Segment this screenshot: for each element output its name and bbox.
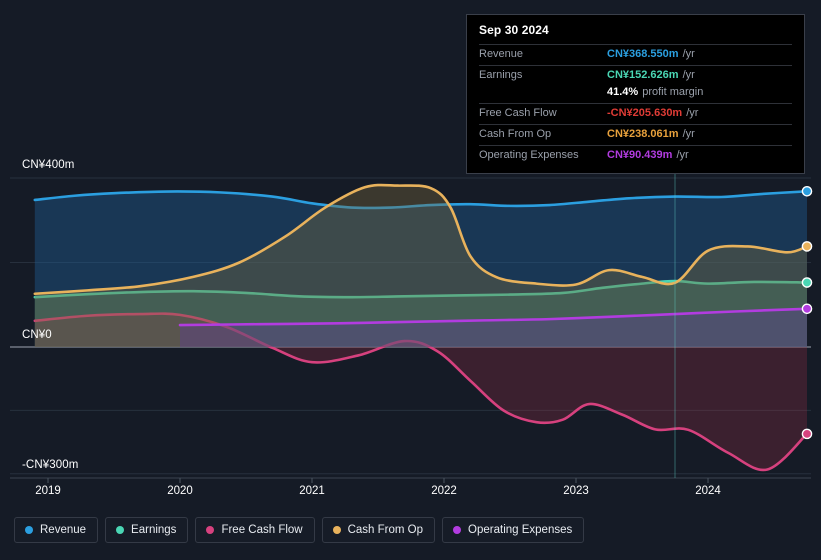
tooltip-row-unit: profit margin [642,86,704,98]
tooltip-row: Revenue CN¥368.550m/yr [479,44,792,65]
tooltip-row-key: Free Cash Flow [479,107,557,119]
tooltip-row-key: Operating Expenses [479,149,579,161]
legend-color-dot [453,526,462,534]
tooltip-row-key: Earnings [479,69,523,81]
tooltip-row-unit: /yr [682,69,695,81]
tooltip-row-value: CN¥152.626m [607,69,679,81]
legend-color-dot [116,526,125,534]
tooltip-row-key: Revenue [479,48,524,60]
tooltip-row-value: CN¥368.550m [607,48,679,60]
tooltip-row-unit: /yr [676,149,689,161]
endpoint-marker-revenue[interactable] [801,185,813,197]
chart-tooltip: Sep 30 2024 Revenue CN¥368.550m/yr Earning… [466,14,805,174]
x-axis-label-2021: 2021 [299,485,325,497]
legend-item-free-cash-flow[interactable]: Free Cash Flow [195,517,315,543]
legend-item-earnings[interactable]: Earnings [105,517,189,543]
tooltip-row: Free Cash Flow -CN¥205.630m/yr [479,103,792,124]
legend-item-label: Revenue [40,524,87,536]
x-axis-label-2022: 2022 [431,485,457,497]
tooltip-row-value: -CN¥205.630m [607,107,683,119]
tooltip-row-unit: /yr [686,107,699,119]
tooltip-row: 41.4% profit margin [479,86,792,103]
legend-item-operating-expenses[interactable]: Operating Expenses [442,517,585,543]
tooltip-row: Operating Expenses CN¥90.439m/yr [479,145,792,166]
tooltip-date: Sep 30 2024 [479,23,549,37]
financial-performance-chart: CN¥400m CN¥0 -CN¥300m 2019 2020 2021 2022 20… [0,0,821,560]
chart-legend: Revenue Earnings Free Cash Flow Cash From O… [14,517,585,543]
tooltip-row: Cash From Op CN¥238.061m/yr [479,124,792,145]
tooltip-row-value: CN¥90.439m [607,149,673,161]
endpoint-marker-operating-expenses[interactable] [801,303,813,315]
y-axis-label-zero: CN¥0 [22,329,52,341]
legend-color-dot [206,526,215,534]
endpoint-marker-earnings[interactable] [801,277,813,288]
tooltip-rows: Revenue CN¥368.550m/yr Earnings CN¥152.626m… [479,44,792,166]
legend-color-dot [25,526,33,534]
legend-item-label: Free Cash Flow [221,524,303,536]
x-axis-label-2024: 2024 [695,485,721,497]
legend-item-label: Cash From Op [347,524,424,536]
legend-item-cash-from-op[interactable]: Cash From Op [321,517,436,543]
tooltip-row-unit: /yr [682,128,695,140]
tooltip-row-value: 41.4% [607,86,639,98]
x-axis-label-2023: 2023 [563,485,589,497]
tooltip-row-value: CN¥238.061m [607,128,679,140]
x-axis-label-2020: 2020 [167,485,193,497]
tooltip-row-unit: /yr [682,48,695,60]
tooltip-row-key: Cash From Op [479,128,552,140]
legend-item-label: Operating Expenses [468,524,573,536]
endpoint-marker-free-cash-flow[interactable] [801,428,813,440]
tooltip-row: Earnings CN¥152.626m/yr [479,65,792,86]
legend-color-dot [332,526,341,534]
endpoint-marker-cash-from-op[interactable] [801,241,813,252]
x-axis-label-2019: 2019 [35,485,61,497]
y-axis-label-bottom: -CN¥300m [22,459,79,471]
legend-item-revenue[interactable]: Revenue [14,517,99,543]
y-axis-label-top: CN¥400m [22,159,75,171]
legend-item-label: Earnings [131,524,177,536]
